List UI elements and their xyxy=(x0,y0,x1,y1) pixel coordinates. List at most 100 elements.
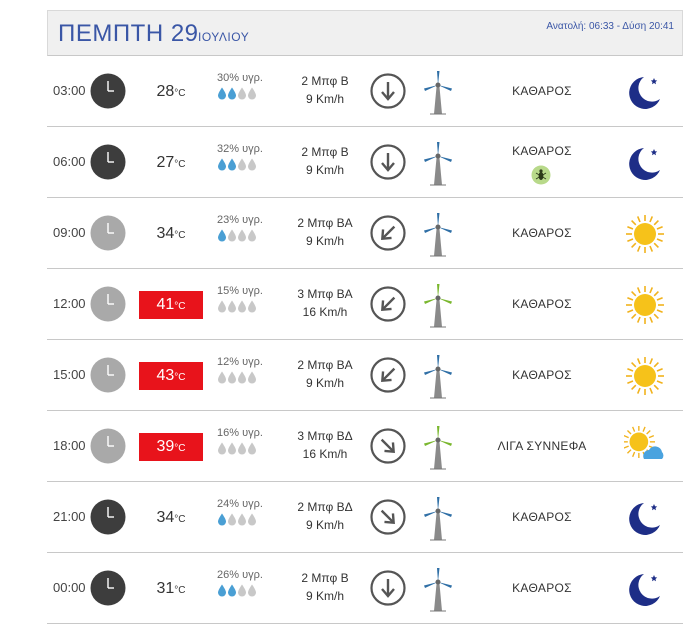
moon-icon xyxy=(624,568,666,610)
wind-speed: 16 Km/h xyxy=(302,447,348,461)
humidity-value: 26% υγρ. xyxy=(217,569,263,581)
humidity-drops xyxy=(217,584,277,598)
arrow-down-left-icon xyxy=(370,215,406,251)
humidity-drop-icon xyxy=(247,300,257,313)
month-label: ΙΟΥΛΙΟΥ xyxy=(198,30,250,44)
condition-text: ΚΑΘΑΡΟΣ xyxy=(512,144,572,158)
clock-icon xyxy=(90,73,126,109)
wind-speed: 9 Km/h xyxy=(305,92,344,106)
humidity-drop-icon xyxy=(217,300,227,313)
humidity-value: 23% υγρ. xyxy=(217,214,263,226)
condition-text: ΚΑΘΑΡΟΣ xyxy=(512,226,572,240)
forecast-time: 00:00 xyxy=(53,580,86,595)
moon-icon xyxy=(624,497,666,539)
temperature: 31°C xyxy=(139,575,203,603)
forecast-time: 12:00 xyxy=(53,296,86,311)
humidity-drop-icon xyxy=(237,371,247,384)
temperature: 41°C xyxy=(139,291,203,319)
temperature-value: 34 xyxy=(156,509,175,526)
humidity-drop-icon xyxy=(247,87,257,100)
humidity-drop-icon xyxy=(227,371,237,384)
humidity-drop-icon xyxy=(217,158,227,171)
humidity-drop-icon xyxy=(247,442,257,455)
humidity-value: 30% υγρ. xyxy=(217,72,263,84)
humidity-drop-icon xyxy=(217,513,227,526)
wind-speed: 9 Km/h xyxy=(305,163,344,177)
temperature-value: 39 xyxy=(156,438,175,455)
sun-cloud-icon xyxy=(622,425,666,468)
sun-icon xyxy=(624,213,666,255)
condition: ΛΙΓΑ ΣΥΝΝΕΦΑ xyxy=(467,411,617,481)
humidity-drops xyxy=(217,513,277,527)
humidity-value: 16% υγρ. xyxy=(217,427,263,439)
clock-icon xyxy=(90,357,126,393)
forecast-time: 06:00 xyxy=(53,154,86,169)
humidity-drop-icon xyxy=(217,584,227,597)
temperature-unit: °C xyxy=(174,301,186,312)
humidity-drop-icon xyxy=(247,371,257,384)
temperature: 27°C xyxy=(139,149,203,177)
humidity-value: 15% υγρ. xyxy=(217,285,263,297)
moon-icon xyxy=(624,71,666,113)
clock-icon xyxy=(90,286,126,322)
temperature-value: 34 xyxy=(156,225,175,242)
condition: ΚΑΘΑΡΟΣ xyxy=(467,127,617,197)
temperature: 28°C xyxy=(139,78,203,106)
forecast-row: 06:00 27°C 32% υγρ. 2 Μπφ Β 9 Km/h ΚΑΘΑΡ… xyxy=(47,127,683,198)
wind-info: 2 Μπφ Β 9 Km/h xyxy=(285,143,365,179)
humidity-value: 32% υγρ. xyxy=(217,143,263,155)
wind-force: 3 Μπφ ΒΔ xyxy=(297,429,353,443)
wind-info: 2 Μπφ ΒΑ 9 Km/h xyxy=(285,356,365,392)
condition-text: ΚΑΘΑΡΟΣ xyxy=(512,368,572,382)
wind-info: 2 Μπφ Β 9 Km/h xyxy=(285,72,365,108)
wind-info: 2 Μπφ ΒΔ 9 Km/h xyxy=(285,498,365,534)
temperature-unit: °C xyxy=(174,514,186,525)
humidity-drops xyxy=(217,87,277,101)
humidity-drop-icon xyxy=(227,158,237,171)
forecast-row: 03:00 28°C 30% υγρ. 2 Μπφ Β 9 Km/h ΚΑΘΑΡ… xyxy=(47,56,683,127)
humidity-drop-icon xyxy=(237,300,247,313)
wind-turbine-icon xyxy=(418,566,458,612)
humidity-value: 12% υγρ. xyxy=(217,356,263,368)
wind-info: 3 Μπφ ΒΔ 16 Km/h xyxy=(285,427,365,463)
humidity: 30% υγρ. xyxy=(217,72,277,101)
wind-turbine-icon xyxy=(418,211,458,257)
condition-text: ΚΑΘΑΡΟΣ xyxy=(512,581,572,595)
wind-turbine-icon xyxy=(418,495,458,541)
humidity-drop-icon xyxy=(227,442,237,455)
humidity-drop-icon xyxy=(237,442,247,455)
humidity-drops xyxy=(217,229,277,243)
clock-icon xyxy=(90,144,126,180)
humidity-drop-icon xyxy=(237,158,247,171)
sun-icon xyxy=(624,284,666,326)
temperature-unit: °C xyxy=(174,159,186,170)
arrow-down-icon xyxy=(370,144,406,180)
condition-text: ΚΑΘΑΡΟΣ xyxy=(512,84,572,98)
forecast-row: 21:00 34°C 24% υγρ. 2 Μπφ ΒΔ 9 Km/h ΚΑΘΑ… xyxy=(47,482,683,553)
forecast-row: 18:00 39°C 16% υγρ. 3 Μπφ ΒΔ 16 Km/h ΛΙΓ… xyxy=(47,411,683,482)
clock-icon xyxy=(90,428,126,464)
wind-speed: 9 Km/h xyxy=(305,589,344,603)
humidity-drop-icon xyxy=(217,371,227,384)
humidity-drop-icon xyxy=(237,87,247,100)
humidity: 23% υγρ. xyxy=(217,214,277,243)
humidity-drop-icon xyxy=(247,584,257,597)
wind-turbine-icon xyxy=(418,140,458,186)
wind-force: 2 Μπφ Β xyxy=(301,571,349,585)
wind-turbine-icon xyxy=(418,353,458,399)
arrow-down-icon xyxy=(370,73,406,109)
condition: ΚΑΘΑΡΟΣ xyxy=(467,198,617,268)
wind-speed: 9 Km/h xyxy=(305,376,344,390)
clock-icon xyxy=(90,215,126,251)
temperature: 39°C xyxy=(139,433,203,461)
humidity-drops xyxy=(217,442,277,456)
wind-turbine-icon xyxy=(418,282,458,328)
arrow-down-right-icon xyxy=(370,428,406,464)
arrow-down-left-icon xyxy=(370,357,406,393)
humidity: 15% υγρ. xyxy=(217,285,277,314)
wind-force: 2 Μπφ ΒΑ xyxy=(297,358,353,372)
wind-force: 2 Μπφ ΒΑ xyxy=(297,216,353,230)
wind-info: 2 Μπφ ΒΑ 9 Km/h xyxy=(285,214,365,250)
day-title: ΠΕΜΠΤΗ 29 xyxy=(58,20,199,47)
sunrise-sunset: Ανατολή: 06:33 - Δύση 20:41 xyxy=(546,21,674,32)
